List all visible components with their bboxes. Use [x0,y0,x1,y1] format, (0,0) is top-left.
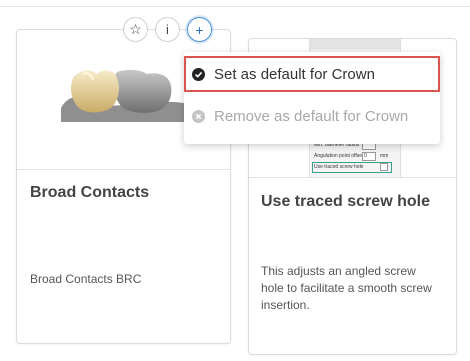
menu-item-label: Set as default for Crown [214,65,375,83]
star-icon: ☆ [129,21,142,37]
card-divider [249,177,456,178]
thumb-checkbox [380,163,388,171]
card-divider [17,169,230,170]
top-divider [0,6,470,7]
check-circle-icon [192,67,205,81]
plus-icon: + [195,21,204,38]
default-options-menu: Set as default for Crown Remove as defau… [184,52,440,144]
x-circle-icon [192,109,205,123]
thumb-row-label: Angulation point offset [314,153,364,159]
menu-item-remove-default: Remove as default for Crown [184,98,440,134]
card-description: Broad Contacts BRC [30,272,142,286]
info-button[interactable]: i [155,17,180,42]
card-description: This adjusts an angled screw hole to fac… [261,264,432,312]
favorite-star-button[interactable]: ☆ [123,17,148,42]
info-icon: i [166,22,169,37]
menu-item-set-default[interactable]: Set as default for Crown [184,56,440,92]
thumb-row-label: Use traced screw hole [314,164,364,170]
thumb-unit: mm [380,153,389,159]
card-title: Broad Contacts [30,184,150,201]
add-button[interactable]: + [187,17,212,42]
thumb-value: 0 [364,153,367,159]
menu-item-label: Remove as default for Crown [214,107,409,125]
card-title: Use traced screw hole [261,193,430,210]
